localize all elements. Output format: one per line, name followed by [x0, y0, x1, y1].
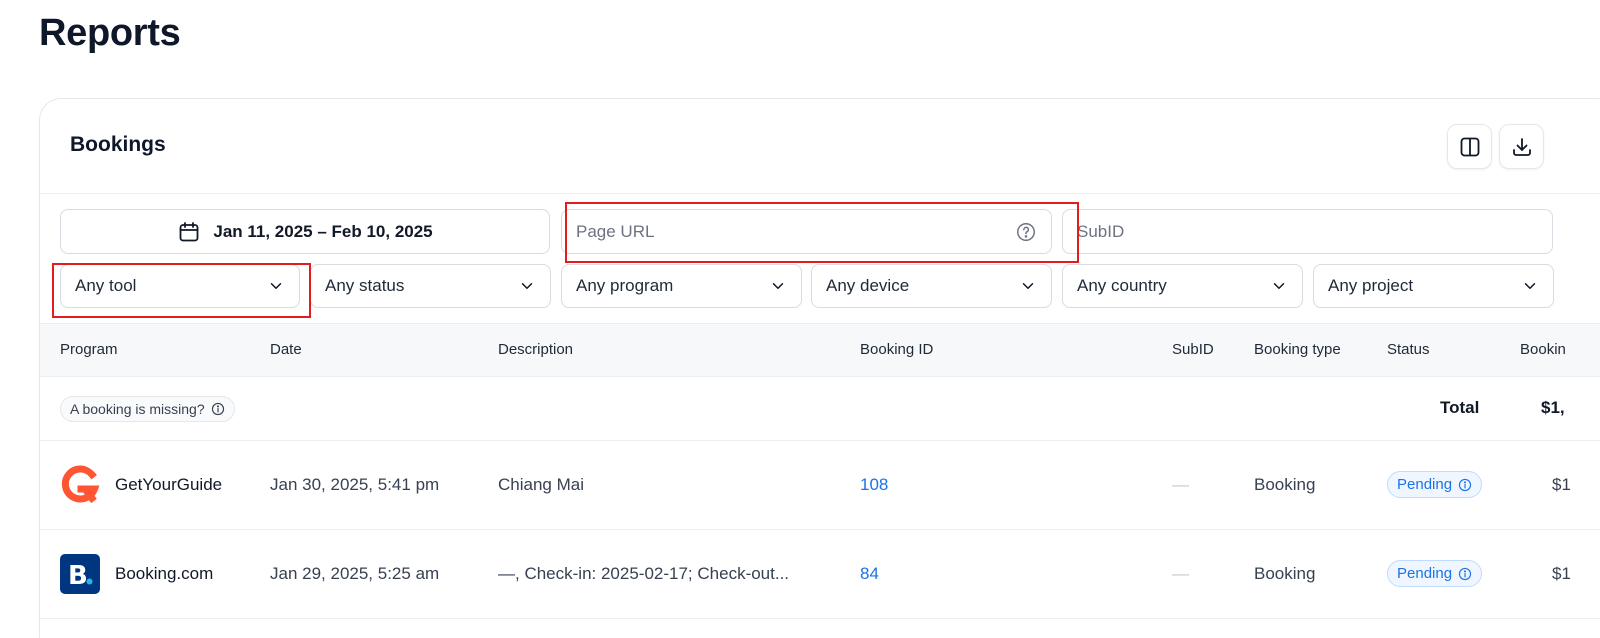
calendar-icon — [179, 221, 199, 241]
device-select[interactable]: Any device — [811, 264, 1052, 308]
booking-amount: $1 — [1552, 475, 1571, 494]
columns-icon — [1460, 137, 1479, 156]
subid-input[interactable]: SubID — [1062, 209, 1553, 254]
columns-toggle-button[interactable] — [1447, 124, 1492, 169]
booking-id-link[interactable]: 108 — [860, 475, 888, 495]
highlight-box-page-url — [565, 202, 1079, 263]
svg-text:B: B — [68, 561, 88, 591]
status-select-label: Any status — [325, 276, 405, 295]
chevron-down-icon — [1022, 283, 1034, 289]
subid-value: — — [1172, 475, 1189, 494]
info-icon — [1458, 567, 1472, 580]
booking-id-link[interactable]: 84 — [860, 564, 879, 584]
status-badge-label: Pending — [1397, 476, 1453, 493]
column-header-booking-id[interactable]: Booking ID — [860, 341, 933, 358]
chevron-down-icon — [521, 283, 533, 289]
subid-value: — — [1172, 564, 1189, 583]
chevron-down-icon — [1524, 283, 1536, 289]
booking-description: Chiang Mai — [498, 475, 584, 494]
column-header-program[interactable]: Program — [60, 341, 118, 358]
program-select[interactable]: Any program — [561, 264, 802, 308]
column-header-description[interactable]: Description — [498, 341, 573, 358]
info-icon — [211, 402, 224, 416]
booking-date: Jan 30, 2025, 5:41 pm — [270, 475, 440, 494]
page-title: Reports — [39, 12, 181, 54]
subid-placeholder: SubID — [1077, 221, 1125, 241]
booking-com-logo: B — [60, 554, 100, 594]
status-badge-label: Pending — [1397, 565, 1453, 582]
country-select-label: Any country — [1077, 276, 1167, 295]
device-select-label: Any device — [826, 276, 910, 295]
total-value: $1, — [1541, 398, 1565, 417]
download-icon — [1512, 137, 1531, 156]
header-divider — [40, 193, 1600, 194]
date-range-picker[interactable]: Jan 11, 2025 – Feb 10, 2025 — [60, 209, 550, 254]
chevron-down-icon — [772, 283, 784, 289]
booking-type: Booking — [1254, 475, 1316, 494]
date-range-text: Jan 11, 2025 – Feb 10, 2025 — [213, 221, 433, 241]
bookings-card: Bookings Jan 11, 2025 – Feb 10, 2025 Pag… — [39, 98, 1600, 638]
program-name: Booking.com — [115, 564, 214, 583]
program-select-label: Any program — [576, 276, 674, 295]
program-name: GetYourGuide — [115, 475, 223, 494]
missing-booking-link[interactable]: A booking is missing? — [60, 396, 235, 422]
status-select[interactable]: Any status — [310, 264, 551, 308]
project-select[interactable]: Any project — [1313, 264, 1554, 308]
country-select[interactable]: Any country — [1062, 264, 1303, 308]
total-row: A booking is missing? Total $1, — [40, 377, 1600, 441]
column-header-booking-amount[interactable]: Bookin — [1520, 341, 1566, 358]
table-row[interactable]: GetYourGuide Jan 30, 2025, 5:41 pm Chian… — [40, 441, 1600, 530]
highlight-box-tool-select — [52, 263, 311, 318]
info-icon — [1458, 478, 1472, 491]
column-header-status[interactable]: Status — [1387, 341, 1430, 358]
chevron-down-icon — [1273, 283, 1285, 289]
missing-booking-label: A booking is missing? — [70, 401, 205, 417]
booking-description: —, Check-in: 2025-02-17; Check-out... — [498, 564, 790, 583]
table-row[interactable]: B Booking.com Jan 29, 2025, 5:25 am —, C… — [40, 530, 1600, 619]
column-header-subid[interactable]: SubID — [1172, 341, 1214, 358]
column-header-booking-type[interactable]: Booking type — [1254, 341, 1341, 358]
table-header: Program Date Description Booking ID SubI… — [40, 323, 1600, 377]
booking-type: Booking — [1254, 564, 1316, 583]
column-header-date[interactable]: Date — [270, 341, 302, 358]
project-select-label: Any project — [1328, 276, 1414, 295]
status-badge[interactable]: Pending — [1387, 560, 1483, 587]
status-badge[interactable]: Pending — [1387, 471, 1483, 498]
booking-date: Jan 29, 2025, 5:25 am — [270, 564, 440, 583]
download-button[interactable] — [1499, 124, 1544, 169]
booking-amount: $1 — [1552, 564, 1571, 583]
getyourguide-logo — [61, 465, 100, 504]
card-title: Bookings — [70, 133, 166, 156]
total-label: Total — [1440, 398, 1480, 417]
